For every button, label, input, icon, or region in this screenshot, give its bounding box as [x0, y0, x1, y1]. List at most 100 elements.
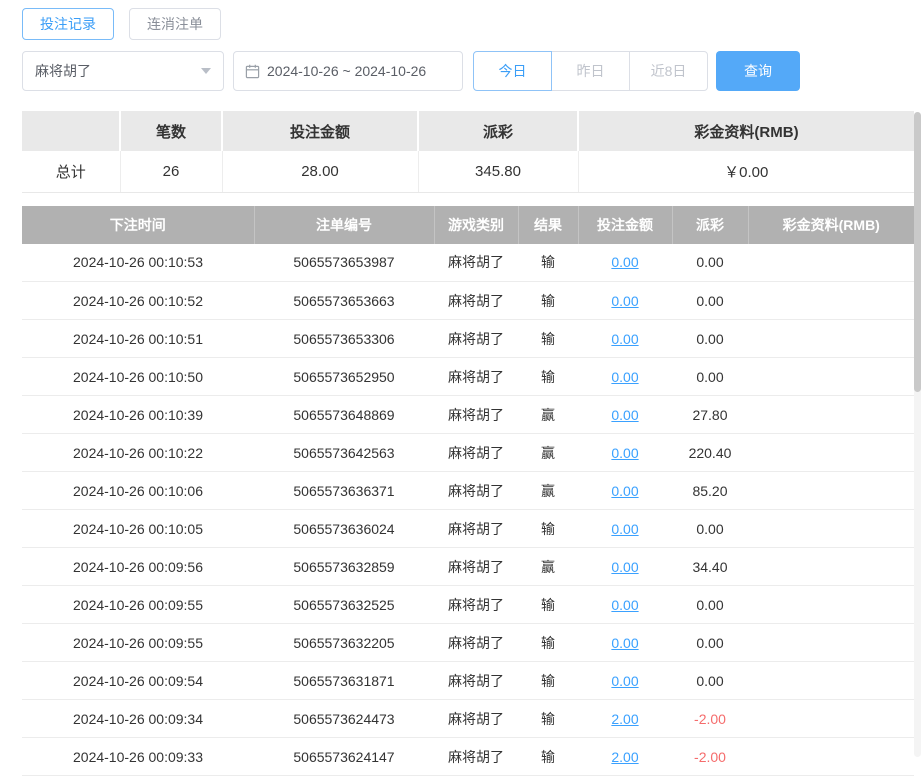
table-row: 2024-10-26 00:10:50 5065573652950 麻将胡了 输…	[22, 358, 914, 396]
game-type-cell: 麻将胡了	[434, 244, 518, 282]
quick-date-buttons: 今日 昨日 近8日	[473, 51, 708, 91]
bet-amount-cell: 2.00	[578, 700, 672, 738]
calendar-icon	[245, 64, 260, 79]
bet-amount-link[interactable]: 2.00	[611, 711, 638, 727]
column-header-payout: 派彩	[672, 206, 748, 244]
payout-cell: 0.00	[672, 320, 748, 358]
tab-bet-records[interactable]: 投注记录	[22, 8, 114, 40]
game-type-cell: 麻将胡了	[434, 662, 518, 700]
game-type-cell: 麻将胡了	[434, 434, 518, 472]
payout-cell: 0.00	[672, 586, 748, 624]
bet-amount-link[interactable]: 0.00	[611, 521, 638, 537]
bet-table-header-row: 下注时间 注单编号 游戏类别 结果 投注金额 派彩 彩金资料(RMB)	[22, 206, 914, 244]
result-cell: 输	[518, 624, 578, 662]
game-type-cell: 麻将胡了	[434, 586, 518, 624]
bonus-cell	[748, 320, 914, 358]
game-type-cell: 麻将胡了	[434, 548, 518, 586]
order-number-cell: 5065573636024	[254, 510, 434, 548]
summary-header-bonus: 彩金资料(RMB)	[578, 111, 914, 151]
summary-bonus-value: ￥0.00	[578, 151, 914, 192]
bet-time-cell: 2024-10-26 00:10:39	[22, 396, 254, 434]
bet-amount-link[interactable]: 0.00	[611, 293, 638, 309]
date-range-picker[interactable]: 2024-10-26 ~ 2024-10-26	[233, 51, 463, 91]
bet-time-cell: 2024-10-26 00:09:56	[22, 548, 254, 586]
table-row: 2024-10-26 00:09:34 5065573624473 麻将胡了 输…	[22, 700, 914, 738]
order-number-cell: 5065573652950	[254, 358, 434, 396]
bet-table-body: 2024-10-26 00:10:53 5065573653987 麻将胡了 输…	[22, 244, 914, 776]
table-row: 2024-10-26 00:10:53 5065573653987 麻将胡了 输…	[22, 244, 914, 282]
bet-time-cell: 2024-10-26 00:10:22	[22, 434, 254, 472]
table-row: 2024-10-26 00:10:39 5065573648869 麻将胡了 赢…	[22, 396, 914, 434]
payout-cell: 0.00	[672, 244, 748, 282]
order-number-cell: 5065573648869	[254, 396, 434, 434]
bet-amount-link[interactable]: 0.00	[611, 369, 638, 385]
bet-time-cell: 2024-10-26 00:10:05	[22, 510, 254, 548]
game-type-cell: 麻将胡了	[434, 320, 518, 358]
bet-amount-link[interactable]: 0.00	[611, 635, 638, 651]
order-number-cell: 5065573632525	[254, 586, 434, 624]
bonus-cell	[748, 282, 914, 320]
bonus-cell	[748, 358, 914, 396]
payout-cell: 220.40	[672, 434, 748, 472]
bet-amount-cell: 0.00	[578, 434, 672, 472]
column-header-game-type: 游戏类别	[434, 206, 518, 244]
bet-amount-cell: 0.00	[578, 472, 672, 510]
yesterday-button[interactable]: 昨日	[551, 51, 630, 91]
bonus-cell	[748, 700, 914, 738]
bet-amount-cell: 0.00	[578, 548, 672, 586]
vertical-scrollbar-track[interactable]	[914, 112, 921, 757]
column-header-bet-time: 下注时间	[22, 206, 254, 244]
bet-amount-cell: 0.00	[578, 396, 672, 434]
bet-time-cell: 2024-10-26 00:10:52	[22, 282, 254, 320]
result-cell: 输	[518, 320, 578, 358]
game-type-cell: 麻将胡了	[434, 282, 518, 320]
bet-amount-link[interactable]: 0.00	[611, 254, 638, 270]
query-button[interactable]: 查询	[716, 51, 800, 91]
column-header-result: 结果	[518, 206, 578, 244]
bet-time-cell: 2024-10-26 00:09:34	[22, 700, 254, 738]
bet-amount-link[interactable]: 0.00	[611, 483, 638, 499]
bet-time-cell: 2024-10-26 00:10:53	[22, 244, 254, 282]
bet-amount-link[interactable]: 0.00	[611, 673, 638, 689]
table-row: 2024-10-26 00:09:54 5065573631871 麻将胡了 输…	[22, 662, 914, 700]
result-cell: 输	[518, 510, 578, 548]
bonus-cell	[748, 624, 914, 662]
payout-cell: 0.00	[672, 510, 748, 548]
bonus-cell	[748, 662, 914, 700]
last-8-days-button[interactable]: 近8日	[629, 51, 708, 91]
tab-cancelled-orders[interactable]: 连消注单	[129, 8, 221, 40]
vertical-scrollbar-thumb[interactable]	[914, 112, 921, 392]
game-type-cell: 麻将胡了	[434, 624, 518, 662]
bet-amount-link[interactable]: 0.00	[611, 597, 638, 613]
payout-cell: 85.20	[672, 472, 748, 510]
column-header-bet-amount: 投注金额	[578, 206, 672, 244]
order-number-cell: 5065573631871	[254, 662, 434, 700]
bet-amount-link[interactable]: 0.00	[611, 407, 638, 423]
result-cell: 赢	[518, 396, 578, 434]
bet-time-cell: 2024-10-26 00:10:50	[22, 358, 254, 396]
table-row: 2024-10-26 00:09:55 5065573632205 麻将胡了 输…	[22, 624, 914, 662]
bet-amount-link[interactable]: 0.00	[611, 445, 638, 461]
order-number-cell: 5065573632205	[254, 624, 434, 662]
bet-amount-cell: 0.00	[578, 358, 672, 396]
payout-cell: 27.80	[672, 396, 748, 434]
bonus-cell	[748, 434, 914, 472]
today-button[interactable]: 今日	[473, 51, 552, 91]
game-type-cell: 麻将胡了	[434, 510, 518, 548]
bet-amount-link[interactable]: 0.00	[611, 331, 638, 347]
payout-cell: 0.00	[672, 662, 748, 700]
game-select[interactable]: 麻将胡了	[22, 51, 224, 91]
result-cell: 输	[518, 662, 578, 700]
chevron-down-icon	[201, 68, 211, 74]
summary-table: 笔数 投注金额 派彩 彩金资料(RMB) 总计 26 28.00 345.80 …	[22, 111, 914, 193]
bet-amount-link[interactable]: 0.00	[611, 559, 638, 575]
summary-total-label: 总计	[22, 151, 120, 192]
result-cell: 输	[518, 700, 578, 738]
game-type-cell: 麻将胡了	[434, 472, 518, 510]
result-cell: 输	[518, 244, 578, 282]
game-type-cell: 麻将胡了	[434, 358, 518, 396]
result-cell: 输	[518, 282, 578, 320]
bet-records-table: 下注时间 注单编号 游戏类别 结果 投注金额 派彩 彩金资料(RMB) 2024…	[22, 206, 914, 776]
payout-cell: 0.00	[672, 358, 748, 396]
summary-header-bet-amount: 投注金额	[222, 111, 418, 151]
